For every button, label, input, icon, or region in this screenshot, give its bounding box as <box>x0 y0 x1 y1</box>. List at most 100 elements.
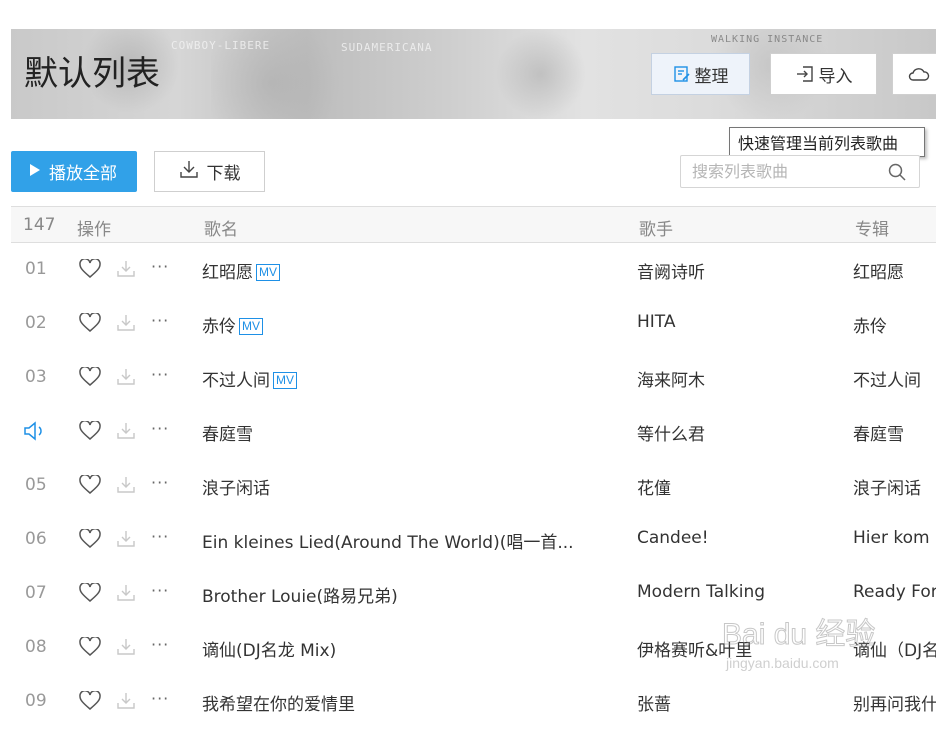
song-title: 浪子闲话 <box>202 479 270 499</box>
download-icon[interactable] <box>116 367 136 392</box>
import-icon <box>795 65 815 83</box>
download-icon[interactable] <box>116 475 136 500</box>
column-header-ops: 操作 <box>77 220 111 240</box>
song-row[interactable]: 02 ··· 赤伶 MV HITA 赤伶 <box>11 297 936 351</box>
more-icon[interactable]: ··· <box>151 419 169 438</box>
heart-icon[interactable] <box>79 635 101 662</box>
song-album[interactable]: 谪仙（DJ名 <box>853 636 936 661</box>
banner-text: SUDAMERICANA <box>341 41 433 54</box>
song-name[interactable]: 谪仙(DJ名龙 Mix) <box>202 636 336 661</box>
song-artist[interactable]: Candee! <box>637 528 709 548</box>
banner-text: COWBOY-LIBERE <box>171 39 271 52</box>
download-icon[interactable] <box>116 529 136 554</box>
song-name[interactable]: 红昭愿 MV <box>202 258 280 283</box>
heart-icon[interactable] <box>79 419 101 446</box>
column-header-album[interactable]: 专辑 <box>855 215 889 240</box>
more-icon[interactable]: ··· <box>151 473 169 492</box>
mv-badge[interactable]: MV <box>273 372 297 389</box>
song-row[interactable]: 09 ··· 我希望在你的爱情里 张蔷 别再问我什 <box>11 675 936 729</box>
song-title: Brother Louie(路易兄弟) <box>202 587 398 607</box>
mv-badge[interactable]: MV <box>239 318 263 335</box>
heart-icon[interactable] <box>79 365 101 392</box>
song-index: 06 <box>25 529 47 549</box>
song-index: 08 <box>25 637 47 657</box>
song-name[interactable]: 不过人间 MV <box>202 366 297 391</box>
heart-icon[interactable] <box>79 311 101 338</box>
song-index: 03 <box>25 367 47 387</box>
song-artist[interactable]: 张蔷 <box>637 690 671 715</box>
play-all-label: 播放全部 <box>49 164 117 184</box>
download-icon[interactable] <box>116 313 136 338</box>
song-album[interactable]: 赤伶 <box>853 312 887 337</box>
song-artist[interactable]: 等什么君 <box>637 420 705 445</box>
song-name[interactable]: 春庭雪 <box>202 420 253 445</box>
song-album[interactable]: 红昭愿 <box>853 258 904 283</box>
download-icon[interactable] <box>116 691 136 716</box>
song-album[interactable]: 别再问我什 <box>853 690 936 715</box>
song-row[interactable]: 01 ··· 红昭愿 MV 音阙诗听 红昭愿 <box>11 243 936 297</box>
mv-badge[interactable]: MV <box>256 264 280 281</box>
download-icon[interactable] <box>116 259 136 284</box>
song-row[interactable]: 03 ··· 不过人间 MV 海来阿木 不过人间 <box>11 351 936 405</box>
column-header-name[interactable]: 歌名 <box>204 215 238 240</box>
download-all-button[interactable]: 下载 <box>154 151 265 192</box>
song-row[interactable]: 06 ··· Ein kleines Lied(Around The World)(… <box>11 513 936 567</box>
song-artist[interactable]: 伊格赛听&叶里 <box>637 636 752 661</box>
song-name[interactable]: 浪子闲话 <box>202 474 270 499</box>
page-title: 默认列表 <box>24 54 160 94</box>
download-icon[interactable] <box>116 637 136 662</box>
song-artist[interactable]: 音阙诗听 <box>637 258 705 283</box>
play-all-button[interactable]: 播放全部 <box>11 151 137 192</box>
song-album[interactable]: Hier kom <box>853 528 930 548</box>
search-box <box>680 155 920 188</box>
more-icon[interactable]: ··· <box>151 635 169 654</box>
heart-icon[interactable] <box>79 473 101 500</box>
more-icon[interactable]: ··· <box>151 257 169 276</box>
download-icon[interactable] <box>116 583 136 608</box>
more-icon[interactable]: ··· <box>151 581 169 600</box>
song-artist[interactable]: Modern Talking <box>637 582 765 602</box>
search-icon[interactable] <box>887 162 907 186</box>
now-playing-icon <box>23 420 49 447</box>
import-button[interactable]: 导入 <box>770 53 877 95</box>
song-row[interactable]: 05 ··· 浪子闲话 花僮 浪子闲话 <box>11 459 936 513</box>
song-name[interactable]: 我希望在你的爱情里 <box>202 690 355 715</box>
banner-text: WALKING INSTANCE <box>711 34 824 45</box>
banner-image <box>481 29 601 119</box>
song-artist[interactable]: 海来阿木 <box>637 366 705 391</box>
song-row[interactable]: ··· 春庭雪 等什么君 春庭雪 <box>11 405 936 459</box>
heart-icon[interactable] <box>79 257 101 284</box>
more-icon[interactable]: ··· <box>151 365 169 384</box>
song-album[interactable]: 不过人间 <box>853 366 921 391</box>
song-name[interactable]: Brother Louie(路易兄弟) <box>202 582 398 607</box>
cloud-button[interactable] <box>892 53 936 95</box>
search-input[interactable] <box>690 156 884 187</box>
song-album[interactable]: 春庭雪 <box>853 420 904 445</box>
song-album[interactable]: 浪子闲话 <box>853 474 921 499</box>
song-row[interactable]: 07 ··· Brother Louie(路易兄弟) Modern Talking Re… <box>11 567 936 621</box>
heart-icon[interactable] <box>79 581 101 608</box>
song-title: Ein kleines Lied(Around The World)(唱一首..… <box>202 533 574 553</box>
column-header-artist[interactable]: 歌手 <box>639 215 673 240</box>
more-icon[interactable]: ··· <box>151 311 169 330</box>
song-album[interactable]: Ready For <box>853 582 936 602</box>
song-name[interactable]: 赤伶 MV <box>202 312 263 337</box>
more-icon[interactable]: ··· <box>151 527 169 546</box>
download-icon[interactable] <box>116 421 136 446</box>
song-name[interactable]: Ein kleines Lied(Around The World)(唱一首..… <box>202 528 574 553</box>
table-header: 147 操作 歌名 歌手 专辑 <box>11 206 936 243</box>
heart-icon[interactable] <box>79 689 101 716</box>
song-row[interactable]: 08 ··· 谪仙(DJ名龙 Mix) 伊格赛听&叶里 谪仙（DJ名 <box>11 621 936 675</box>
heart-icon[interactable] <box>79 527 101 554</box>
more-icon[interactable]: ··· <box>151 689 169 708</box>
song-artist[interactable]: 花僮 <box>637 474 671 499</box>
song-title: 不过人间 <box>202 371 270 391</box>
organize-button[interactable]: 整理 <box>651 53 750 95</box>
song-count: 147 <box>23 215 56 235</box>
import-label: 导入 <box>818 66 853 87</box>
song-artist[interactable]: HITA <box>637 312 676 332</box>
song-index: 02 <box>25 313 47 333</box>
play-icon <box>29 162 41 182</box>
song-title: 春庭雪 <box>202 425 253 445</box>
song-index: 05 <box>25 475 47 495</box>
